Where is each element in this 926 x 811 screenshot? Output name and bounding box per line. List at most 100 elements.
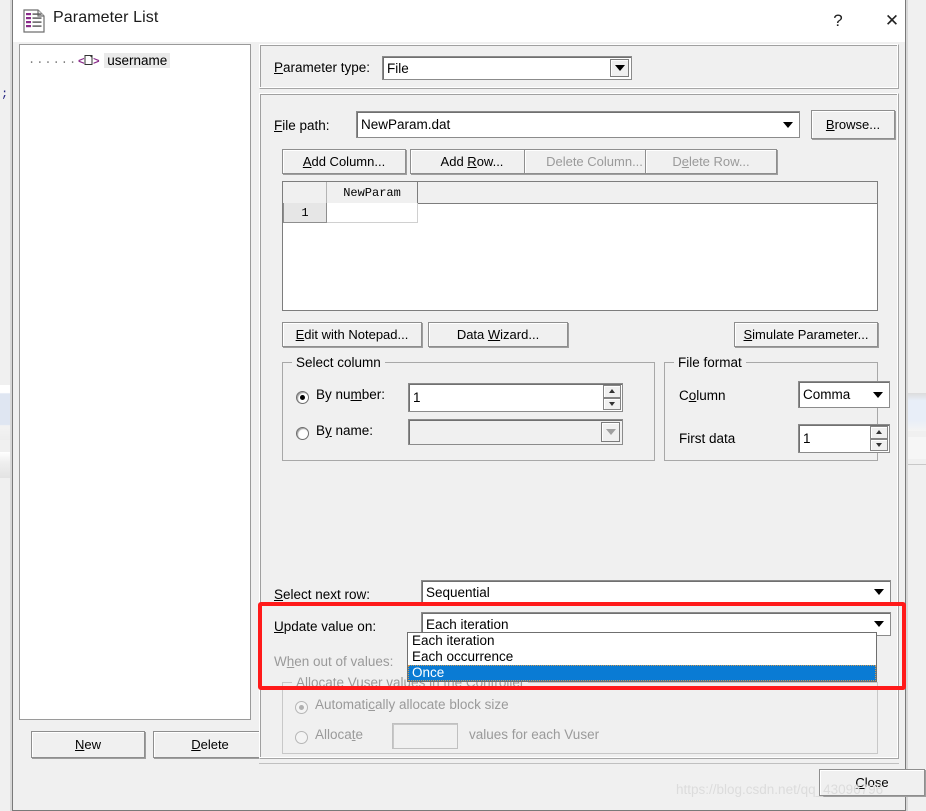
chevron-down-icon[interactable] [601, 422, 620, 442]
add-column-button[interactable]: Add Column... [282, 149, 406, 174]
grid-column-header-newparam[interactable]: NewParam [327, 182, 418, 203]
parameter-type-label: Parameter type: [274, 60, 371, 75]
footer-divider [259, 763, 899, 764]
allocate-vuser-group: Allocate Vuser values in the Controller … [282, 675, 878, 754]
by-number-input[interactable]: 1 [408, 383, 623, 412]
file-path-input[interactable]: NewParam.dat [356, 111, 800, 138]
parameter-tag-icon: < > [78, 53, 100, 69]
edit-notepad-label: dit with Notepad... [304, 327, 409, 342]
stepper-up-icon[interactable] [603, 385, 621, 398]
radio-manual-allocate [295, 731, 308, 744]
select-column-group-title: Select column [292, 355, 385, 370]
file-path-accel: F [274, 118, 283, 133]
by-name-select[interactable] [408, 419, 623, 445]
browse-button[interactable]: Browse... [811, 110, 895, 139]
by-number-accel: m [350, 387, 362, 402]
close-icon[interactable]: ✕ [869, 0, 915, 42]
browse-button-accel: B [825, 117, 835, 132]
delete-button-accel: D [191, 737, 201, 752]
dropdown-option-each-iteration[interactable]: Each iteration [408, 633, 876, 649]
simulate-parameter-button[interactable]: Simulate Parameter... [734, 322, 878, 347]
background-right-divider [908, 464, 926, 465]
stepper-down-icon[interactable] [603, 397, 621, 410]
by-name-accel: y [325, 423, 332, 438]
select-column-group: Select column By number: 1 By name: [282, 355, 655, 461]
allocate-suffix-label: values for each Vuser [469, 727, 600, 742]
add-row-button[interactable]: Add Row... [410, 149, 534, 174]
allocate-count-input [392, 723, 458, 749]
add-row-label: ow... [476, 154, 504, 169]
svg-text:>: > [93, 57, 100, 68]
parameter-data-grid[interactable]: NewParam 1 [282, 181, 878, 311]
chevron-down-icon[interactable] [869, 615, 888, 633]
title-bar: Parameter List ? ✕ [13, 0, 905, 42]
tree-guide-dots: ...... [28, 53, 78, 67]
by-number-value: 1 [413, 390, 421, 405]
first-data-input[interactable]: 1 [798, 424, 890, 453]
parameter-tree-panel[interactable]: ...... < > username [19, 44, 251, 720]
column-separator-select[interactable]: Comma [798, 381, 890, 408]
by-number-label: By number: [316, 387, 386, 402]
select-next-row-label: Select next row: [274, 587, 371, 602]
grid-cell[interactable] [327, 203, 418, 223]
chevron-down-icon[interactable] [868, 384, 887, 405]
grid-row-number[interactable]: 1 [283, 203, 327, 223]
grid-header-row: NewParam [283, 182, 877, 204]
when-out-of-values-label: When out of values: [274, 654, 394, 669]
delete-button-label: elete [200, 737, 229, 752]
data-wizard-button[interactable]: Data Wizard... [428, 322, 568, 347]
parameter-list-dialog: Parameter List ? ✕ ...... < > username N… [12, 0, 925, 811]
new-button-accel: N [74, 737, 85, 752]
file-path-label: File path: [274, 118, 330, 133]
delete-row-accel: e [681, 154, 689, 169]
file-format-group: File format Column Comma First data 1 [664, 355, 890, 461]
tree-item-username[interactable]: ...... < > username [28, 51, 171, 69]
select-next-row-select[interactable]: Sequential [421, 580, 891, 604]
add-row-accel: R [467, 154, 477, 169]
simulate-label: imulate Parameter... [752, 327, 869, 342]
update-value-on-label: Update value on: [274, 619, 377, 634]
chevron-down-icon[interactable] [778, 114, 797, 135]
dropdown-option-each-occurrence[interactable]: Each occurrence [408, 649, 876, 665]
parameter-type-accel: P [274, 60, 284, 75]
update-value-on-value: Each iteration [426, 616, 509, 632]
add-column-label: dd Column... [311, 154, 386, 169]
new-button-label: ew [84, 737, 101, 752]
chevron-down-icon[interactable] [869, 583, 888, 601]
help-icon[interactable]: ? [815, 0, 861, 42]
parameter-type-select[interactable]: File [382, 56, 632, 80]
parameter-list-icon [23, 9, 45, 33]
new-button[interactable]: New [31, 731, 145, 758]
file-path-value: NewParam.dat [361, 117, 451, 132]
delete-row-label: lete Row... [688, 154, 750, 169]
background-right-band-2 [908, 437, 926, 459]
edit-with-notepad-button[interactable]: Edit with Notepad... [282, 322, 422, 347]
by-number-stepper[interactable] [603, 385, 621, 410]
dropdown-option-once[interactable]: Once [408, 665, 876, 681]
stepper-up-icon[interactable] [870, 426, 888, 439]
auto-allocate-label: Automatically allocate block size [315, 697, 509, 712]
table-row[interactable]: 1 [283, 203, 418, 223]
by-name-label: By name: [316, 423, 374, 438]
update-value-on-dropdown[interactable]: Each iteration Each occurrence Once [407, 632, 877, 682]
edit-notepad-accel: E [295, 327, 305, 342]
first-data-stepper[interactable] [870, 426, 888, 451]
first-data-value: 1 [803, 431, 811, 446]
radio-by-number[interactable] [296, 391, 309, 404]
data-wizard-accel: W [487, 327, 501, 342]
update-value-on-accel: U [274, 619, 284, 634]
select-next-row-accel: S [274, 587, 284, 602]
delete-button[interactable]: Delete [153, 731, 267, 758]
background-code-glyph: ; [1, 87, 9, 101]
select-next-row-value: Sequential [426, 584, 490, 600]
grid-corner-cell [283, 182, 327, 203]
stepper-down-icon[interactable] [870, 438, 888, 451]
chevron-down-icon[interactable] [610, 59, 629, 77]
data-wizard-label: izard... [500, 327, 540, 342]
background-editor-band-2 [0, 452, 10, 478]
svg-text:<: < [78, 57, 85, 68]
parameter-type-panel: Parameter type: File [259, 44, 899, 89]
radio-auto-allocate [295, 701, 308, 714]
add-column-accel: A [302, 154, 312, 169]
radio-by-name[interactable] [296, 427, 309, 440]
